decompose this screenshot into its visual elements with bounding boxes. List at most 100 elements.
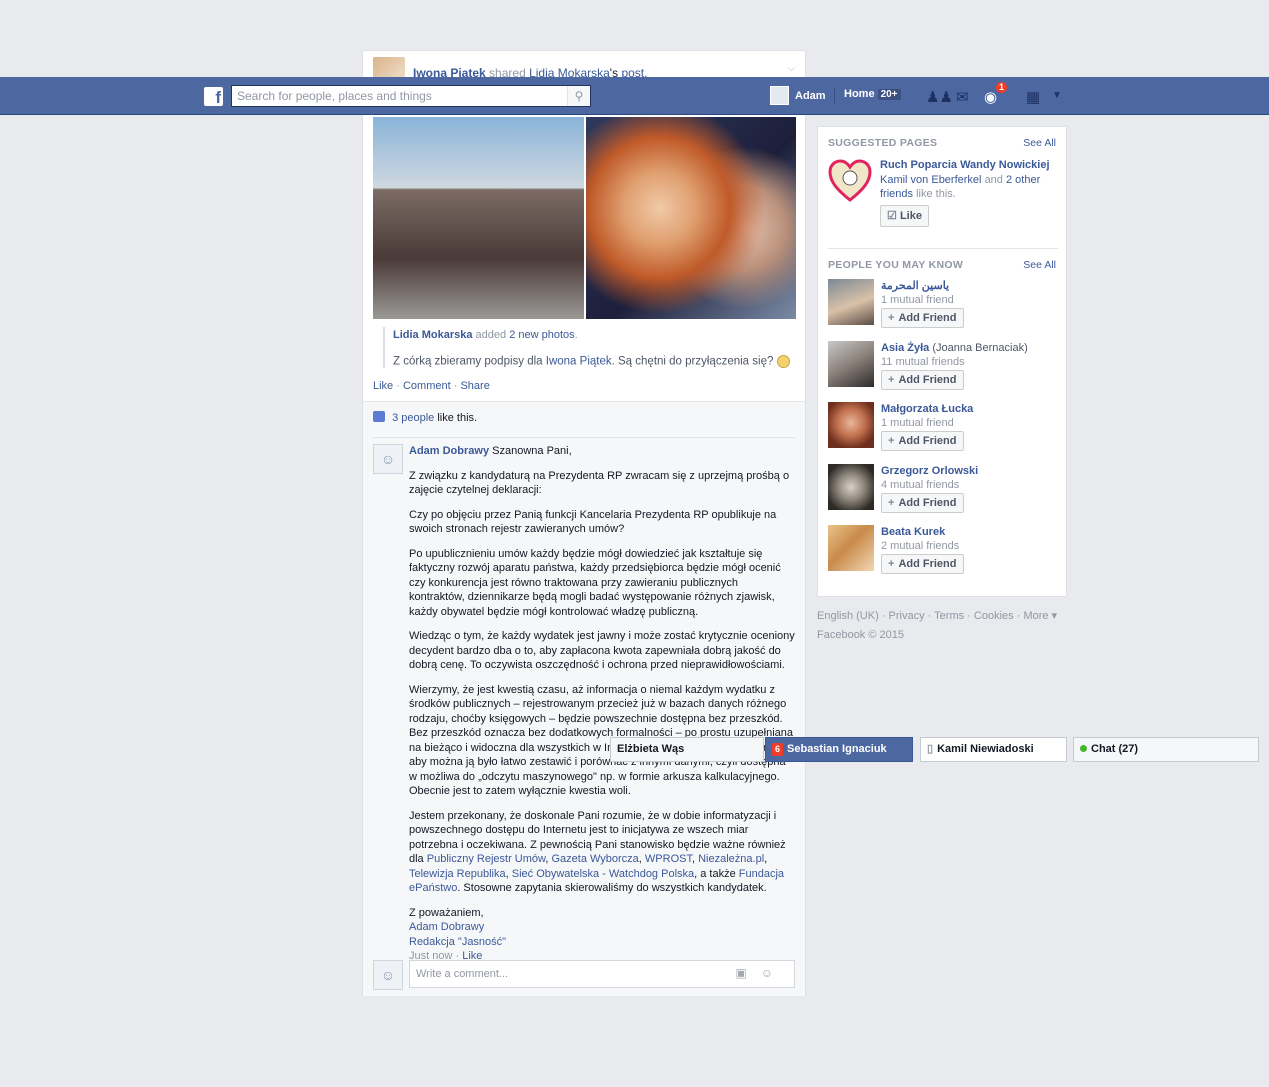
comment-author-link[interactable]: Adam Dobrawy xyxy=(409,445,489,457)
add-friend-button[interactable]: + Add Friend xyxy=(881,431,964,451)
friend-link[interactable]: Kamil von Eberferkel xyxy=(880,174,982,186)
page-footer: English (UK) · Privacy · Terms · Cookies… xyxy=(817,610,1058,641)
tag-link-telewizja-republika[interactable]: Telewizja Republika xyxy=(409,868,506,880)
chat-tab-kamil[interactable]: ▯ Kamil Niewiadoski xyxy=(920,737,1067,762)
share-link[interactable]: Share xyxy=(460,380,489,392)
search-input[interactable] xyxy=(232,86,572,106)
friend-requests-icon[interactable]: ♟♟ xyxy=(926,88,953,106)
person-avatar[interactable] xyxy=(828,402,874,448)
message-text-before: Z córką zbieramy podpisy dla xyxy=(393,355,543,368)
shared-message: Z córką zbieramy podpisy dla Iwona Piąte… xyxy=(393,355,793,368)
person-name-link[interactable]: Małgorzata Łucka xyxy=(881,402,973,416)
footer-link-more[interactable]: More xyxy=(1023,610,1048,622)
comment-paragraph-6: Jestem przekonany, że doskonale Pani roz… xyxy=(409,809,786,895)
home-label: Home xyxy=(844,88,875,100)
likers-link[interactable]: 3 people xyxy=(392,412,434,424)
comment-paragraph-3: Po upublicznieniu umów każdy będzie mógł… xyxy=(409,547,781,618)
post-options-chevron-icon[interactable]: ⌵ xyxy=(787,63,795,74)
comment-greeting: Szanowna Pani, xyxy=(492,445,572,457)
comment-paragraph-4: Wiedząc o tym, że każdy wydatek jest jaw… xyxy=(409,630,795,671)
add-friend-button[interactable]: + Add Friend xyxy=(881,308,964,328)
shared-author-link[interactable]: Lidia Mokarska xyxy=(393,329,472,341)
mutual-friends-link[interactable]: 1 mutual friend xyxy=(881,293,954,307)
account-menu-chevron-icon[interactable]: ▼ xyxy=(1052,90,1062,101)
likes-summary: 3 people like this. xyxy=(373,411,477,424)
commenter-avatar[interactable]: ☺ xyxy=(373,444,403,474)
post-photos xyxy=(373,117,796,319)
footer-link-cookies[interactable]: Cookies xyxy=(974,610,1014,622)
search-box: ⚲ xyxy=(231,85,591,107)
and-text: and xyxy=(984,173,1003,186)
chat-tab-elzbieta[interactable]: Elżbieta Wąs xyxy=(610,737,764,762)
footer-link-terms[interactable]: Terms xyxy=(934,610,964,622)
facebook-logo-icon[interactable]: f xyxy=(204,87,223,106)
tag-link-publiczny-rejestr[interactable]: Publiczny Rejestr Umów xyxy=(427,853,546,865)
tag-link-niezalezna[interactable]: Niezależna.pl xyxy=(698,853,764,865)
search-icon[interactable]: ⚲ xyxy=(567,86,590,106)
chat-tab-sebastian[interactable]: 6 Sebastian Ignaciuk xyxy=(765,737,913,762)
person-name-link[interactable]: ياسين المحرمة xyxy=(881,279,954,293)
person-avatar[interactable] xyxy=(828,464,874,510)
add-friend-button[interactable]: + Add Friend xyxy=(881,493,964,513)
tag-link-wprost[interactable]: WPROST xyxy=(645,853,692,865)
messages-icon[interactable]: ✉ xyxy=(956,88,969,106)
likes-suffix: like this. xyxy=(437,412,478,424)
suggested-pages-title: SUGGESTED PAGES xyxy=(828,137,938,149)
mutual-friends-link[interactable]: 1 mutual friend xyxy=(881,416,973,430)
chat-sidebar-tab[interactable]: Chat (27) xyxy=(1073,737,1259,762)
camera-icon[interactable]: ▣ xyxy=(735,966,760,980)
notifications-globe-icon[interactable]: ◉ xyxy=(984,88,997,106)
person-name-link[interactable]: Asia Żyła xyxy=(881,342,929,354)
mutual-friends-link[interactable]: 11 mutual friends xyxy=(881,355,1028,369)
signature-org-link[interactable]: Redakcja "Jasność" xyxy=(409,936,506,948)
chat-label: Chat (27) xyxy=(1091,743,1139,755)
like-link[interactable]: Like xyxy=(373,380,393,392)
footer-link-privacy[interactable]: Privacy xyxy=(889,610,925,622)
suggested-page-name-link[interactable]: Ruch Poparcia Wandy Nowickiej xyxy=(880,158,1058,173)
add-friend-icon: + xyxy=(888,374,895,386)
comment-paragraph-2: Czy po objęciu przez Panią funkcji Kance… xyxy=(409,508,777,536)
like-page-button[interactable]: ☑ Like xyxy=(880,204,929,227)
tag-link-siec-obywatelska[interactable]: Sieć Obywatelska - Watchdog Polska xyxy=(512,868,694,880)
person-name-link[interactable]: Grzegorz Orlowski xyxy=(881,464,978,478)
profile-nav-link[interactable]: Adam xyxy=(770,86,826,105)
pymk-see-all-link[interactable]: See All xyxy=(1023,259,1056,271)
signature-name-link[interactable]: Adam Dobrawy xyxy=(409,921,484,933)
post-photo-1[interactable] xyxy=(373,117,584,319)
suggested-see-all-link[interactable]: See All xyxy=(1023,137,1056,149)
person-name-link[interactable]: Beata Kurek xyxy=(881,525,959,539)
add-friend-icon: + xyxy=(888,312,895,324)
person-avatar[interactable] xyxy=(828,279,874,325)
paragraph-6-end: . Stosowne zapytania skierowaliśmy do ws… xyxy=(457,882,767,894)
page-heart-logo[interactable] xyxy=(828,159,872,203)
home-nav-link[interactable]: Home 20+ xyxy=(844,88,901,100)
post-actions: Like · Comment · Share xyxy=(373,380,490,392)
message-tag-link[interactable]: Iwona Piątek xyxy=(546,356,612,368)
online-dot-icon xyxy=(1080,745,1087,752)
mutual-friends-link[interactable]: 2 mutual friends xyxy=(881,539,959,553)
post-photo-2[interactable] xyxy=(585,117,796,319)
tag-link-gazeta-wyborcza[interactable]: Gazeta Wyborcza xyxy=(551,853,638,865)
home-count-badge: 20+ xyxy=(877,89,901,100)
person-avatar[interactable] xyxy=(828,525,874,571)
notifications-count-badge: 1 xyxy=(996,82,1008,93)
add-friend-label: Add Friend xyxy=(898,435,957,447)
comment-input-icons: ▣☺ xyxy=(735,966,787,980)
footer-link-language[interactable]: English (UK) xyxy=(817,610,879,622)
also-text: , a także xyxy=(694,867,736,880)
comment-paragraph-1: Z związku z kandydaturą na Prezydenta RP… xyxy=(409,469,790,497)
emoticon-icon[interactable]: ☺ xyxy=(761,966,787,980)
pymk-person: Małgorzata Łucka 1 mutual friend + Add Fr… xyxy=(828,402,1058,458)
add-friend-label: Add Friend xyxy=(898,558,957,570)
period-text: . xyxy=(574,329,578,341)
add-friend-button[interactable]: + Add Friend xyxy=(881,370,964,390)
chat-tab-name: Elżbieta Wąs xyxy=(617,743,685,755)
new-photos-link[interactable]: 2 new photos xyxy=(509,329,574,341)
comment-link[interactable]: Comment xyxy=(403,380,451,392)
top-navigation-bar: f ⚲ Adam Home20+ ♟♟ ✉ ◉ 1 ▦ ▼ xyxy=(0,77,1269,115)
right-sidebar: SUGGESTED PAGES See All Ruch Poparcia Wa… xyxy=(817,126,1067,597)
add-friend-button[interactable]: + Add Friend xyxy=(881,554,964,574)
mutual-friends-link[interactable]: 4 mutual friends xyxy=(881,478,978,492)
person-avatar[interactable] xyxy=(828,341,874,387)
privacy-shortcuts-icon[interactable]: ▦ xyxy=(1026,88,1040,106)
